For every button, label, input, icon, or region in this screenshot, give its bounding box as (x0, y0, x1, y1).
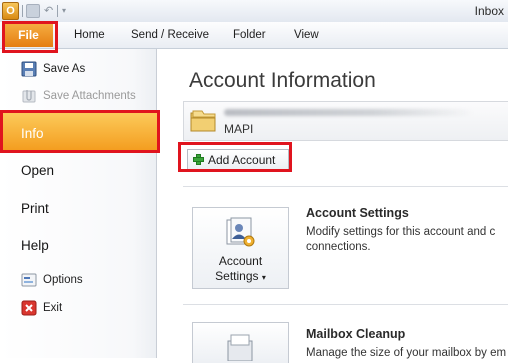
nav-save-attachments[interactable]: Save Attachments (0, 86, 156, 106)
highlight-info-nav (0, 110, 160, 153)
customize-toolbar-icon[interactable]: ▾ (61, 4, 69, 18)
account-settings-button-label-1: Account (218, 254, 263, 268)
chevron-down-icon: ▾ (261, 273, 266, 282)
exit-icon (21, 300, 37, 316)
nav-save-as[interactable]: Save As (0, 59, 156, 79)
account-name-redacted (224, 109, 474, 116)
highlight-file-tab (2, 21, 58, 53)
account-selector[interactable]: MAPI (183, 101, 508, 141)
divider (183, 186, 508, 187)
ribbon-tab-row: File Home Send / Receive Folder View (0, 22, 508, 49)
account-settings-icon (226, 217, 255, 247)
mailbox-cleanup-desc-1: Manage the size of your mailbox by em (306, 347, 507, 359)
mailbox-cleanup-icon (227, 334, 253, 361)
title-bar: O ↶ ▾ Inbox (0, 0, 508, 22)
backstage-nav: Save As Save Attachments Info Open Print… (0, 49, 177, 358)
divider (183, 304, 508, 305)
nav-help-label: Help (21, 237, 49, 253)
nav-print-label: Print (21, 200, 49, 216)
qat-separator (57, 5, 58, 17)
tab-folder[interactable]: Folder (233, 22, 266, 48)
nav-open-label: Open (21, 162, 55, 178)
account-settings-desc-2: connections. (306, 241, 371, 253)
account-settings-button[interactable]: Account Settings ▾ (192, 207, 289, 289)
window-title: Inbox (474, 4, 504, 18)
highlight-add-account (178, 142, 292, 172)
options-icon (21, 273, 37, 287)
tab-view[interactable]: View (294, 22, 319, 48)
quick-access-toolbar: O ↶ ▾ (2, 2, 69, 20)
account-settings-button-label-2-text: Settings (215, 269, 259, 283)
attachment-icon (22, 90, 36, 103)
backstage-info-pane: Account Information MAPI Add Account Acc… (157, 49, 508, 363)
nav-save-as-label: Save As (43, 63, 86, 75)
nav-options[interactable]: Options (0, 270, 156, 290)
nav-open[interactable]: Open (0, 157, 177, 183)
folder-account-icon (190, 110, 216, 132)
page-title: Account Information (189, 69, 376, 92)
mailbox-cleanup-button[interactable] (192, 322, 289, 363)
nav-save-attachments-label: Save Attachments (43, 90, 136, 102)
account-settings-button-label-2: Settings ▾ (193, 269, 288, 283)
tab-send-receive[interactable]: Send / Receive (131, 22, 209, 48)
nav-help[interactable]: Help (0, 232, 177, 258)
tab-home[interactable]: Home (74, 22, 105, 48)
nav-options-label: Options (43, 274, 83, 286)
account-type: MAPI (224, 122, 254, 136)
nav-exit[interactable]: Exit (0, 298, 156, 318)
account-settings-title: Account Settings (306, 206, 409, 220)
account-settings-desc-1: Modify settings for this account and c (306, 226, 496, 238)
nav-print[interactable]: Print (0, 195, 177, 221)
mailbox-cleanup-title: Mailbox Cleanup (306, 327, 406, 341)
send-receive-icon[interactable] (26, 4, 40, 18)
qat-separator (22, 5, 23, 17)
outlook-app-icon[interactable]: O (2, 2, 19, 20)
save-icon (21, 61, 37, 77)
nav-exit-label: Exit (43, 302, 63, 314)
undo-icon[interactable]: ↶ (43, 4, 54, 18)
